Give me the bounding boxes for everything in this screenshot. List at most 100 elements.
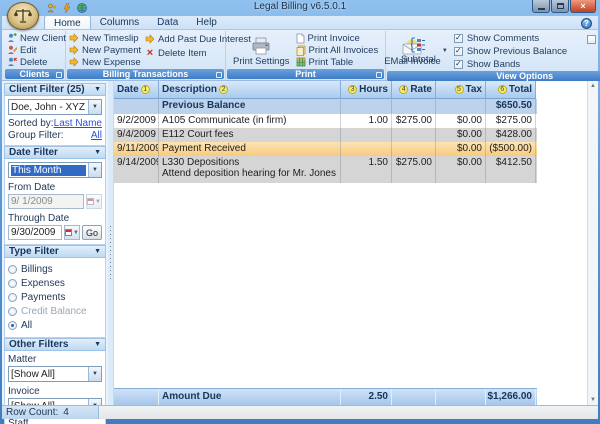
from-date-field[interactable]: 9/ 1/2009 xyxy=(8,194,84,209)
close-icon: × xyxy=(580,1,585,11)
new-timeslip-button[interactable]: New Timeslip xyxy=(69,32,141,44)
date-filter-header[interactable]: Date Filter ▼ xyxy=(4,146,106,159)
ribbon-group-clients: New Client Edit Delete Clients xyxy=(4,31,66,80)
calendar-icon xyxy=(87,198,94,205)
window-body: Home Columns Data Help ? New Client xyxy=(2,16,598,419)
radio-expenses[interactable]: Expenses xyxy=(8,277,102,289)
type-filter-panel: Billings Expenses Payments Credit Balanc… xyxy=(4,258,106,338)
radio-billings[interactable]: Billings xyxy=(8,263,102,275)
new-expense-button[interactable]: New Expense xyxy=(69,56,141,68)
ribbon-group-billing-transactions: New Timeslip New Payment New Expense xyxy=(66,31,226,80)
group-filter-link[interactable]: All xyxy=(91,130,102,141)
calendar-icon xyxy=(65,229,72,236)
filter-sidebar: Client Filter (25) ▼ Doe, John - XYZ Cor… xyxy=(2,81,108,405)
scroll-up-icon[interactable]: ▲ xyxy=(590,82,596,90)
table-row-previous-balance[interactable]: Previous Balance $650.50 xyxy=(114,99,537,114)
column-header-description[interactable]: Description 2 xyxy=(159,81,341,99)
column-header-hours[interactable]: 3 Hours xyxy=(341,81,392,99)
clients-group-label: Clients xyxy=(5,69,64,79)
tab-help[interactable]: Help xyxy=(187,15,226,29)
table-row-payment[interactable]: 9/11/2009 Payment Received $0.00 ($500.0… xyxy=(114,142,537,156)
print-settings-button[interactable]: Print Settings xyxy=(229,32,294,68)
status-bar: Row Count: 4 xyxy=(2,405,598,419)
minimize-button[interactable] xyxy=(532,0,550,13)
date-range-combobox[interactable]: This Month ▼ xyxy=(8,162,102,178)
tab-columns[interactable]: Columns xyxy=(91,15,148,29)
column-badge: 5 xyxy=(455,85,464,94)
tab-home[interactable]: Home xyxy=(44,15,91,29)
show-comments-checkbox[interactable]: ✓ Show Comments xyxy=(454,32,567,44)
ribbon: New Client Edit Delete Clients xyxy=(2,30,598,81)
go-button[interactable]: Go xyxy=(82,225,102,240)
yellow-arrow-icon xyxy=(69,57,79,67)
through-date-label: Through Date xyxy=(8,213,102,224)
client-combobox[interactable]: Doe, John - XYZ Corporation ▼ xyxy=(8,99,102,115)
column-header-tax[interactable]: 5 Tax xyxy=(436,81,486,99)
title-bar: Legal Billing v6.5.0.1 × xyxy=(0,0,600,16)
edit-person-icon xyxy=(7,45,17,55)
combo-arrow-icon: ▼ xyxy=(88,367,101,381)
chevron-down-icon: ▼ xyxy=(94,86,101,93)
help-button[interactable]: ? xyxy=(581,18,592,29)
radio-icon xyxy=(8,307,17,316)
app-window: Legal Billing v6.5.0.1 × Home Columns Da… xyxy=(0,0,600,424)
table-row[interactable]: 9/4/2009 E112 Court fees $0.00 $428.00 xyxy=(114,128,537,142)
print-all-invoices-button[interactable]: Print All Invoices xyxy=(296,44,379,56)
question-icon: ? xyxy=(584,19,589,28)
through-date-calendar-button[interactable]: ▼ xyxy=(64,225,80,240)
delete-client-button[interactable]: Delete xyxy=(7,56,62,68)
table-row[interactable]: 9/2/2009 A105 Communicate (in firm) 1.00… xyxy=(114,114,537,128)
column-badge: 6 xyxy=(498,85,507,94)
subtotal-button[interactable]: Subtotal xyxy=(397,36,440,66)
radio-all[interactable]: All xyxy=(8,319,102,331)
other-filters-header[interactable]: Other Filters ▼ xyxy=(4,338,106,351)
subtotal-dropdown-arrow-icon[interactable]: ▼ xyxy=(442,48,448,54)
search-footer-checkbox[interactable]: ✓ Search Footer xyxy=(587,33,600,45)
matter-combobox[interactable]: [Show All] ▼ xyxy=(8,366,102,382)
close-button[interactable]: × xyxy=(570,0,596,13)
vertical-scrollbar[interactable]: ▲ ▼ xyxy=(587,81,598,405)
type-filter-header[interactable]: Type Filter ▼ xyxy=(4,245,106,258)
yellow-arrow-icon xyxy=(69,45,79,55)
new-payment-button[interactable]: New Payment xyxy=(69,44,141,56)
scales-of-justice-icon xyxy=(13,7,33,25)
window-title: Legal Billing v6.5.0.1 xyxy=(0,1,600,12)
column-badge: 3 xyxy=(348,85,357,94)
column-header-rate[interactable]: 4 Rate xyxy=(392,81,436,99)
show-previous-balance-checkbox[interactable]: ✓ Show Previous Balance xyxy=(454,45,567,57)
column-header-total[interactable]: 6 Total xyxy=(486,81,536,99)
horizontal-scrollbar[interactable] xyxy=(99,406,598,419)
scroll-down-icon[interactable]: ▼ xyxy=(590,396,596,404)
amount-due-label: Amount Due xyxy=(159,389,341,405)
checkbox-icon: ✓ xyxy=(454,47,463,56)
maximize-button[interactable] xyxy=(551,0,569,13)
column-header-date[interactable]: Date 1 xyxy=(114,81,159,99)
new-client-button[interactable]: New Client xyxy=(7,32,62,44)
client-filter-header[interactable]: Client Filter (25) ▼ xyxy=(4,83,106,96)
main-area: Client Filter (25) ▼ Doe, John - XYZ Cor… xyxy=(2,81,598,405)
radio-credit-balance[interactable]: Credit Balance xyxy=(8,305,102,317)
table-row[interactable]: 9/14/2009 L330 Depositions Attend deposi… xyxy=(114,156,537,183)
checkbox-icon: ✓ xyxy=(454,34,463,43)
edit-client-button[interactable]: Edit xyxy=(7,44,62,56)
print-table-button[interactable]: Print Table xyxy=(296,56,379,68)
dialog-launcher-icon[interactable] xyxy=(376,72,382,78)
show-bands-checkbox[interactable]: ✓ Show Bands xyxy=(454,58,567,70)
yellow-arrow-icon xyxy=(69,33,79,43)
sorted-by-link[interactable]: Last Name xyxy=(54,118,102,129)
tab-data[interactable]: Data xyxy=(148,15,187,29)
table-grid-icon xyxy=(296,57,306,67)
red-x-icon: × xyxy=(145,48,155,58)
delete-person-icon xyxy=(7,57,17,67)
ribbon-group-view-options: Subtotal ▼ ✓ Show Comments ✓ Show Previo… xyxy=(386,31,600,80)
app-menu-button[interactable] xyxy=(7,2,39,30)
print-invoice-button[interactable]: Print Invoice xyxy=(296,32,379,44)
radio-icon xyxy=(8,279,17,288)
from-date-calendar-button[interactable]: ▼ xyxy=(86,194,102,209)
dialog-launcher-icon[interactable] xyxy=(56,72,62,78)
sidebar-splitter[interactable] xyxy=(108,81,113,405)
through-date-field[interactable]: 9/30/2009 xyxy=(8,225,62,240)
radio-payments[interactable]: Payments xyxy=(8,291,102,303)
group-filter-label: Group Filter: xyxy=(8,130,64,141)
dialog-launcher-icon[interactable] xyxy=(216,72,222,78)
